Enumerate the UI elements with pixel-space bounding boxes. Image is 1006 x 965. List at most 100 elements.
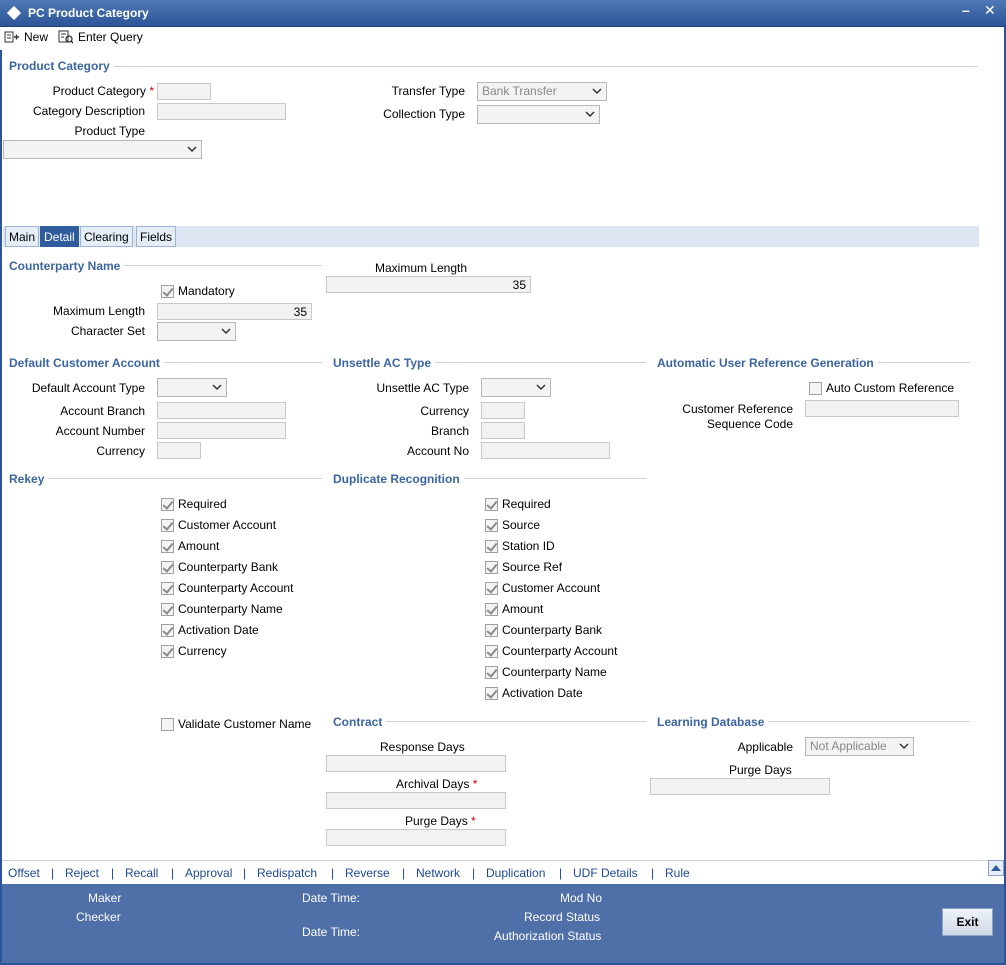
collection-type-select[interactable] bbox=[477, 105, 600, 124]
purge-days-input[interactable] bbox=[326, 829, 506, 846]
dup-amount-checkbox[interactable]: Amount bbox=[485, 602, 543, 616]
tab-detail[interactable]: Detail bbox=[40, 226, 79, 247]
unsettle-branch-label: Branch bbox=[430, 424, 469, 438]
exit-button[interactable]: Exit bbox=[942, 908, 993, 936]
maker-date-time-label: Date Time: bbox=[302, 891, 361, 905]
product-category-input[interactable] bbox=[157, 83, 211, 100]
default-account-type-select[interactable] bbox=[157, 378, 227, 397]
dup-amount-label: Amount bbox=[502, 602, 544, 616]
auto-custom-reference-label: Auto Custom Reference bbox=[826, 381, 955, 395]
new-button-label: New bbox=[24, 30, 49, 44]
enter-query-button[interactable]: Enter Query bbox=[58, 28, 143, 46]
archival-days-input[interactable] bbox=[326, 792, 506, 809]
dup-counterparty-name-checkbox[interactable]: Counterparty Name bbox=[485, 665, 607, 679]
rekey-activation-date-checkbox[interactable]: Activation Date bbox=[161, 623, 259, 637]
link-reject[interactable]: Reject bbox=[65, 866, 99, 880]
mandatory-checkbox[interactable]: Mandatory bbox=[161, 284, 235, 298]
dup-station-id-checkbox[interactable]: Station ID bbox=[485, 539, 555, 553]
chevron-down-icon bbox=[187, 146, 197, 153]
link-udf-details[interactable]: UDF Details bbox=[573, 866, 638, 880]
checkbox-checked-icon bbox=[485, 581, 498, 595]
link-reverse[interactable]: Reverse bbox=[345, 866, 390, 880]
product-category-label: Product Category * bbox=[52, 84, 154, 98]
chevron-down-icon bbox=[899, 743, 909, 750]
checkbox-checked-icon bbox=[485, 623, 498, 637]
rekey-divider bbox=[10, 478, 322, 479]
unsettle-currency-input[interactable] bbox=[481, 402, 525, 419]
rekey-customer-account-checkbox[interactable]: Customer Account bbox=[161, 518, 276, 532]
transfer-type-select[interactable]: Bank Transfer bbox=[477, 82, 607, 101]
checkbox-checked-icon bbox=[485, 602, 498, 616]
chevron-down-icon bbox=[585, 111, 595, 118]
right-max-length-input[interactable] bbox=[326, 276, 531, 293]
link-separator: | bbox=[331, 866, 335, 880]
account-branch-input[interactable] bbox=[157, 402, 286, 419]
rekey-required-label: Required bbox=[178, 497, 227, 511]
dup-required-checkbox[interactable]: Required bbox=[485, 497, 551, 511]
rekey-currency-label: Currency bbox=[178, 644, 227, 658]
link-offset[interactable]: Offset bbox=[8, 866, 40, 880]
rekey-amount-checkbox[interactable]: Amount bbox=[161, 539, 219, 553]
dup-station-id-label: Station ID bbox=[502, 539, 555, 553]
chevron-down-icon bbox=[592, 88, 602, 95]
applicable-select[interactable]: Not Applicable bbox=[805, 737, 914, 756]
link-separator: | bbox=[243, 866, 247, 880]
dup-source-ref-label: Source Ref bbox=[502, 560, 563, 574]
link-redispatch[interactable]: Redispatch bbox=[257, 866, 317, 880]
rekey-counterparty-bank-checkbox[interactable]: Counterparty Bank bbox=[161, 560, 278, 574]
unsettle-branch-input[interactable] bbox=[481, 422, 525, 439]
dup-source-checkbox[interactable]: Source bbox=[485, 518, 540, 532]
tab-main[interactable]: Main bbox=[5, 226, 40, 247]
character-set-select[interactable] bbox=[157, 322, 236, 341]
validate-customer-name-label: Validate Customer Name bbox=[178, 717, 312, 731]
unsettle-account-no-label: Account No bbox=[406, 444, 469, 458]
checkbox-checked-icon bbox=[485, 686, 498, 700]
close-icon[interactable]: ✕ bbox=[984, 2, 996, 19]
new-button[interactable]: New bbox=[4, 28, 48, 46]
validate-customer-name-checkbox[interactable]: Validate Customer Name bbox=[161, 717, 311, 731]
auto-custom-reference-checkbox[interactable]: Auto Custom Reference bbox=[809, 381, 954, 395]
category-description-input[interactable] bbox=[157, 103, 286, 120]
chevron-down-icon bbox=[212, 384, 222, 391]
rekey-counterparty-account-checkbox[interactable]: Counterparty Account bbox=[161, 581, 293, 595]
customer-reference-sequence-input[interactable] bbox=[805, 400, 959, 417]
link-approval[interactable]: Approval bbox=[185, 866, 232, 880]
maker-label: Maker bbox=[88, 891, 122, 905]
account-number-input[interactable] bbox=[157, 422, 286, 439]
product-type-select[interactable] bbox=[3, 140, 202, 159]
learning-purge-days-input[interactable] bbox=[650, 778, 830, 795]
tab-fields[interactable]: Fields bbox=[136, 226, 177, 247]
link-recall[interactable]: Recall bbox=[125, 866, 158, 880]
dup-counterparty-name-label: Counterparty Name bbox=[502, 665, 607, 679]
rekey-counterparty-name-checkbox[interactable]: Counterparty Name bbox=[161, 602, 283, 616]
link-separator: | bbox=[51, 866, 55, 880]
rekey-counterparty-account-label: Counterparty Account bbox=[178, 581, 294, 595]
dup-counterparty-account-checkbox[interactable]: Counterparty Account bbox=[485, 644, 617, 658]
currency-input[interactable] bbox=[157, 442, 201, 459]
unsettle-ac-type-label: Unsettle AC Type bbox=[376, 381, 470, 395]
response-days-input[interactable] bbox=[326, 755, 506, 772]
checkbox-checked-icon bbox=[161, 497, 174, 511]
scroll-up-icon[interactable] bbox=[988, 860, 1004, 876]
link-duplication[interactable]: Duplication bbox=[486, 866, 545, 880]
dup-customer-account-checkbox[interactable]: Customer Account bbox=[485, 581, 600, 595]
dup-counterparty-bank-checkbox[interactable]: Counterparty Bank bbox=[485, 623, 602, 637]
character-set-label: Character Set bbox=[70, 324, 145, 338]
contract-heading: Contract bbox=[333, 715, 387, 729]
link-network[interactable]: Network bbox=[416, 866, 460, 880]
rekey-activation-date-label: Activation Date bbox=[178, 623, 259, 637]
unsettle-account-no-input[interactable] bbox=[481, 442, 610, 459]
dup-source-ref-checkbox[interactable]: Source Ref bbox=[485, 560, 562, 574]
tab-clearing[interactable]: Clearing bbox=[80, 226, 133, 247]
rekey-required-checkbox[interactable]: Required bbox=[161, 497, 227, 511]
rekey-currency-checkbox[interactable]: Currency bbox=[161, 644, 227, 658]
max-length-input[interactable] bbox=[157, 303, 312, 320]
dup-activation-date-checkbox[interactable]: Activation Date bbox=[485, 686, 583, 700]
dup-source-label: Source bbox=[502, 518, 541, 532]
link-separator: | bbox=[171, 866, 175, 880]
minimize-icon[interactable]: – bbox=[962, 2, 970, 18]
unsettle-ac-type-select[interactable] bbox=[481, 378, 551, 397]
dup-counterparty-account-label: Counterparty Account bbox=[502, 644, 618, 658]
link-rule[interactable]: Rule bbox=[665, 866, 690, 880]
duplicate-heading: Duplicate Recognition bbox=[333, 472, 464, 486]
